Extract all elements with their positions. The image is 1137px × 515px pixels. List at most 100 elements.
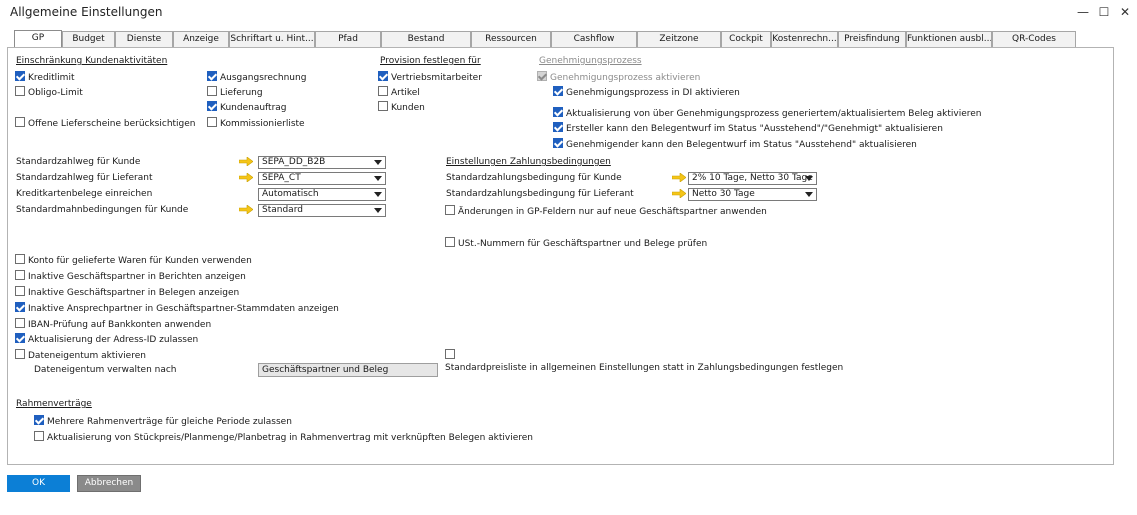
- data-ownership-field: Geschäftspartner und Beleg: [258, 363, 438, 377]
- link-arrow-icon[interactable]: [239, 157, 253, 166]
- tab-funktionen[interactable]: Funktionen ausbl...: [906, 31, 992, 48]
- price-list-checkbox-box[interactable]: [445, 349, 458, 361]
- tab-bestand[interactable]: Bestand: [381, 31, 471, 48]
- checkbox-unchecked: [15, 286, 25, 296]
- window-title: Allgemeine Einstellungen: [10, 5, 163, 19]
- items-checkbox[interactable]: Artikel: [378, 86, 420, 98]
- changes-new-only-checkbox[interactable]: Änderungen in GP-Feldern nur auf neue Ge…: [445, 205, 767, 217]
- open-deliveries-checkbox[interactable]: Offene Lieferscheine berücksichtigen: [15, 117, 196, 129]
- checkbox-checked: [15, 71, 25, 81]
- restriction-heading: Einschränkung Kundenaktivitäten: [16, 56, 168, 66]
- sales-order-checkbox[interactable]: Kundenauftrag: [207, 101, 287, 113]
- approval-update-generated-checkbox[interactable]: Aktualisierung von über Genehmigungsproz…: [553, 107, 982, 119]
- vendor-payment-select[interactable]: SEPA_CT: [258, 172, 386, 185]
- pick-list-checkbox[interactable]: Kommissionierliste: [207, 117, 305, 129]
- credit-limit-checkbox[interactable]: Kreditlimit: [15, 71, 74, 83]
- link-arrow-icon[interactable]: [239, 205, 253, 214]
- customers-checkbox[interactable]: Kunden: [378, 101, 425, 113]
- option-checkbox-inactive-contacts[interactable]: Inaktive Ansprechpartner in Geschäftspar…: [15, 302, 339, 314]
- checkbox-unchecked: [445, 205, 455, 215]
- tab-gp[interactable]: GP: [14, 30, 62, 48]
- framework-multiple-checkbox[interactable]: Mehrere Rahmenverträge für gleiche Perio…: [34, 415, 292, 427]
- payment-terms-heading: Einstellungen Zahlungsbedingungen: [446, 157, 611, 167]
- checkbox-unchecked: [378, 101, 388, 111]
- framework-update-prices-checkbox[interactable]: Aktualisierung von Stückpreis/Planmenge/…: [34, 431, 533, 443]
- approval-heading: Genehmigungsprozess: [539, 56, 642, 66]
- checkbox-checked: [34, 415, 44, 425]
- chevron-down-icon: [374, 160, 382, 165]
- tab-cashflow[interactable]: Cashflow: [551, 31, 637, 48]
- link-arrow-icon[interactable]: [672, 173, 686, 182]
- option-checkbox-inactive-documents[interactable]: Inaktive Geschäftspartner in Belegen anz…: [15, 286, 239, 298]
- creator-update-checkbox[interactable]: Ersteller kann den Belegentwurf im Statu…: [553, 122, 943, 134]
- approval-di-checkbox[interactable]: Genehmigungsprozess in DI aktivieren: [553, 86, 740, 98]
- checkbox-checked: [553, 86, 563, 96]
- checkbox-unchecked: [445, 349, 455, 359]
- commission-heading: Provision festlegen für: [380, 56, 481, 66]
- checkbox-checked: [207, 71, 217, 81]
- credit-card-select[interactable]: Automatisch: [258, 188, 386, 201]
- customer-terms-select[interactable]: 2% 10 Tage, Netto 30 Tage: [688, 172, 817, 185]
- checkbox-checked: [207, 101, 217, 111]
- tab-kostenrechnung[interactable]: Kostenrechn...: [771, 31, 838, 48]
- checkbox-unchecked: [15, 318, 25, 328]
- option-checkbox-address-id[interactable]: Aktualisierung der Adress-ID zulassen: [15, 333, 198, 345]
- checkbox-checked: [553, 107, 563, 117]
- link-arrow-icon[interactable]: [239, 173, 253, 182]
- delivery-checkbox[interactable]: Lieferung: [207, 86, 263, 98]
- checkbox-unchecked: [34, 431, 44, 441]
- tab-ressourcen[interactable]: Ressourcen: [471, 31, 551, 48]
- minimize-icon[interactable]: —: [1075, 4, 1091, 20]
- checkbox-unchecked: [445, 237, 455, 247]
- obligo-limit-checkbox[interactable]: Obligo-Limit: [15, 86, 83, 98]
- approver-update-checkbox[interactable]: Genehmigender kann den Belegentwurf im S…: [553, 138, 917, 150]
- customer-payment-label: Standardzahlweg für Kunde: [16, 157, 141, 167]
- tab-budget[interactable]: Budget: [62, 31, 115, 48]
- checkbox-unchecked: [207, 117, 217, 127]
- option-checkbox-goods-account[interactable]: Konto für gelieferte Waren für Kunden ve…: [15, 254, 252, 266]
- customer-terms-label: Standardzahlungsbedingung für Kunde: [446, 173, 622, 183]
- checkbox-unchecked: [15, 254, 25, 264]
- tab-zeitzone[interactable]: Zeitzone: [637, 31, 721, 48]
- option-checkbox-inactive-reports[interactable]: Inaktive Geschäftspartner in Berichten a…: [15, 270, 246, 282]
- dunning-label: Standardmahnbedingungen für Kunde: [16, 205, 189, 215]
- ok-button[interactable]: OK: [7, 475, 70, 492]
- checkbox-checked: [15, 333, 25, 343]
- tab-schriftart[interactable]: Schriftart u. Hint...: [229, 31, 315, 48]
- link-arrow-icon[interactable]: [672, 189, 686, 198]
- cancel-button[interactable]: Abbrechen: [77, 475, 141, 492]
- price-list-label: Standardpreisliste in allgemeinen Einste…: [445, 363, 844, 373]
- customer-payment-select[interactable]: SEPA_DD_B2B: [258, 156, 386, 169]
- approval-activate-checkbox: Genehmigungsprozess aktivieren: [537, 71, 700, 83]
- option-checkbox-iban-check[interactable]: IBAN-Prüfung auf Bankkonten anwenden: [15, 318, 211, 330]
- checkbox-unchecked: [15, 86, 25, 96]
- option-checkbox-data-ownership[interactable]: Dateneigentum aktivieren: [15, 349, 146, 361]
- checkbox-disabled-checked: [537, 71, 547, 81]
- maximize-icon[interactable]: ☐: [1096, 4, 1112, 20]
- tab-dienste[interactable]: Dienste: [115, 31, 173, 48]
- chevron-down-icon: [374, 176, 382, 181]
- tab-cockpit[interactable]: Cockpit: [721, 31, 771, 48]
- sales-employees-checkbox[interactable]: Vertriebsmitarbeiter: [378, 71, 482, 83]
- tab-preisfindung[interactable]: Preisfindung: [838, 31, 906, 48]
- dunning-select[interactable]: Standard: [258, 204, 386, 217]
- tab-qr-codes[interactable]: QR-Codes: [992, 31, 1076, 48]
- tab-pfad[interactable]: Pfad: [315, 31, 381, 48]
- checkbox-unchecked: [15, 270, 25, 280]
- tab-anzeige[interactable]: Anzeige: [173, 31, 229, 48]
- checkbox-checked: [553, 122, 563, 132]
- chevron-down-icon: [374, 208, 382, 213]
- vendor-terms-label: Standardzahlungsbedingung für Lieferant: [446, 189, 634, 199]
- checkbox-unchecked: [207, 86, 217, 96]
- vendor-terms-select[interactable]: Netto 30 Tage: [688, 188, 817, 201]
- close-icon[interactable]: ✕: [1117, 4, 1133, 20]
- data-ownership-label: Dateneigentum verwalten nach: [34, 365, 177, 375]
- vat-check-checkbox[interactable]: USt.-Nummern für Geschäftspartner und Be…: [445, 237, 707, 249]
- checkbox-unchecked: [378, 86, 388, 96]
- checkbox-checked: [378, 71, 388, 81]
- outgoing-invoice-checkbox[interactable]: Ausgangsrechnung: [207, 71, 306, 83]
- checkbox-checked: [15, 302, 25, 312]
- credit-card-label: Kreditkartenbelege einreichen: [16, 189, 153, 199]
- chevron-down-icon: [374, 192, 382, 197]
- checkbox-unchecked: [15, 117, 25, 127]
